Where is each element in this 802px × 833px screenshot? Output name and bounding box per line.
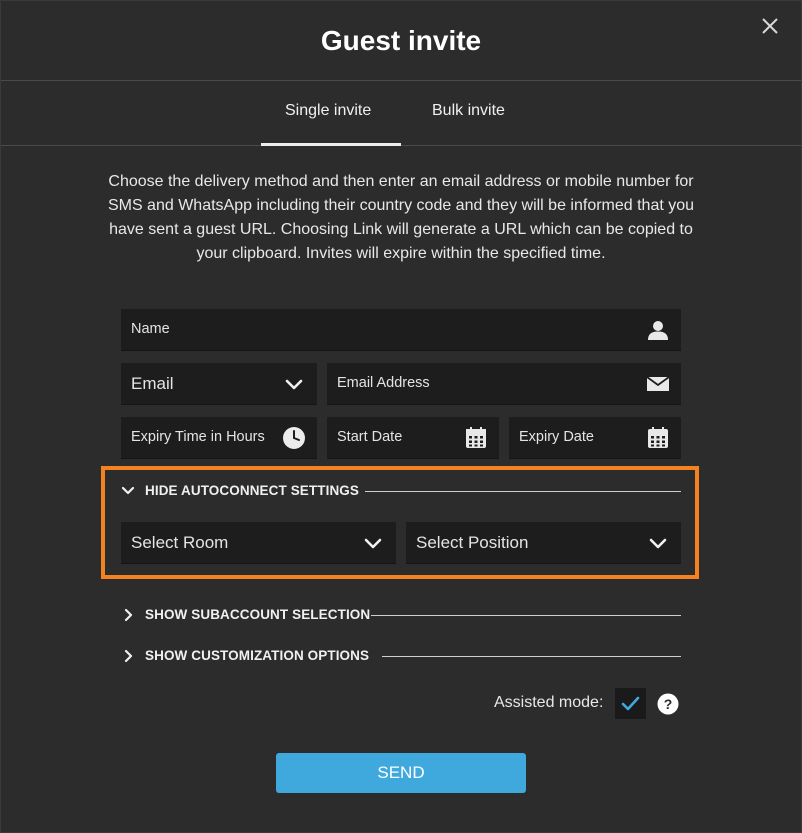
- tab-bulk-invite[interactable]: Bulk invite: [432, 102, 505, 120]
- dialog-title: Guest invite: [320, 25, 482, 56]
- hide-autoconnect-toggle[interactable]: HIDE AUTOCONNECT SETTINGS: [121, 481, 681, 501]
- svg-text:?: ?: [664, 696, 673, 712]
- delivery-method-value: Email: [131, 374, 174, 393]
- start-date-placeholder: Start Date: [337, 429, 403, 445]
- calendar-icon: [648, 427, 668, 448]
- dialog-header: Guest invite: [1, 1, 801, 81]
- select-position-value: Select Position: [416, 533, 529, 552]
- envelope-icon: [646, 376, 670, 391]
- chevron-down-icon: [121, 486, 135, 495]
- chevron-right-icon: [124, 649, 133, 663]
- expiry-hours-placeholder: Expiry Time in Hours: [131, 429, 265, 445]
- send-button[interactable]: SEND: [276, 753, 526, 793]
- show-customization-toggle[interactable]: SHOW CUSTOMIZATION OPTIONS: [121, 646, 681, 666]
- assisted-mode-label: Assisted mode:: [494, 694, 604, 711]
- chevron-down-icon: [649, 538, 667, 549]
- show-subaccount-toggle[interactable]: SHOW SUBACCOUNT SELECTION: [121, 605, 681, 625]
- invite-tabs: Single invite Bulk invite: [1, 82, 801, 146]
- email-address-input[interactable]: Email Address: [327, 363, 681, 405]
- chevron-down-icon: [285, 379, 303, 390]
- active-tab-indicator: [261, 143, 401, 146]
- checkmark-icon: [621, 696, 640, 711]
- divider-line: [365, 491, 681, 492]
- autoconnect-toggle-label: HIDE AUTOCONNECT SETTINGS: [145, 483, 360, 498]
- tab-single-invite[interactable]: Single invite: [285, 102, 371, 120]
- select-position-dropdown[interactable]: Select Position: [406, 522, 681, 564]
- customization-toggle-label: SHOW CUSTOMIZATION OPTIONS: [145, 648, 370, 663]
- expiry-date-input[interactable]: Expiry Date: [509, 417, 681, 459]
- assisted-mode-checkbox[interactable]: [615, 688, 646, 719]
- name-placeholder: Name: [131, 321, 170, 337]
- user-icon: [648, 321, 668, 340]
- chevron-down-icon: [364, 538, 382, 549]
- expiry-hours-input[interactable]: Expiry Time in Hours: [121, 417, 317, 459]
- help-icon[interactable]: ?: [657, 693, 679, 715]
- email-address-placeholder: Email Address: [337, 375, 430, 391]
- clock-icon: [283, 427, 305, 449]
- name-input[interactable]: Name: [121, 309, 681, 351]
- expiry-date-placeholder: Expiry Date: [519, 429, 594, 445]
- subaccount-toggle-label: SHOW SUBACCOUNT SELECTION: [145, 607, 371, 622]
- instructions-text: Choose the delivery method and then ente…: [107, 173, 695, 262]
- start-date-input[interactable]: Start Date: [327, 417, 499, 459]
- delivery-method-select[interactable]: Email: [121, 363, 317, 405]
- select-room-value: Select Room: [131, 533, 229, 552]
- guest-invite-dialog: Guest invite Single invite Bulk invite C…: [0, 0, 802, 833]
- select-room-dropdown[interactable]: Select Room: [121, 522, 396, 564]
- divider-line: [371, 615, 681, 616]
- calendar-icon: [466, 427, 486, 448]
- close-icon[interactable]: [759, 15, 781, 37]
- chevron-right-icon: [124, 608, 133, 622]
- divider-line: [382, 656, 681, 657]
